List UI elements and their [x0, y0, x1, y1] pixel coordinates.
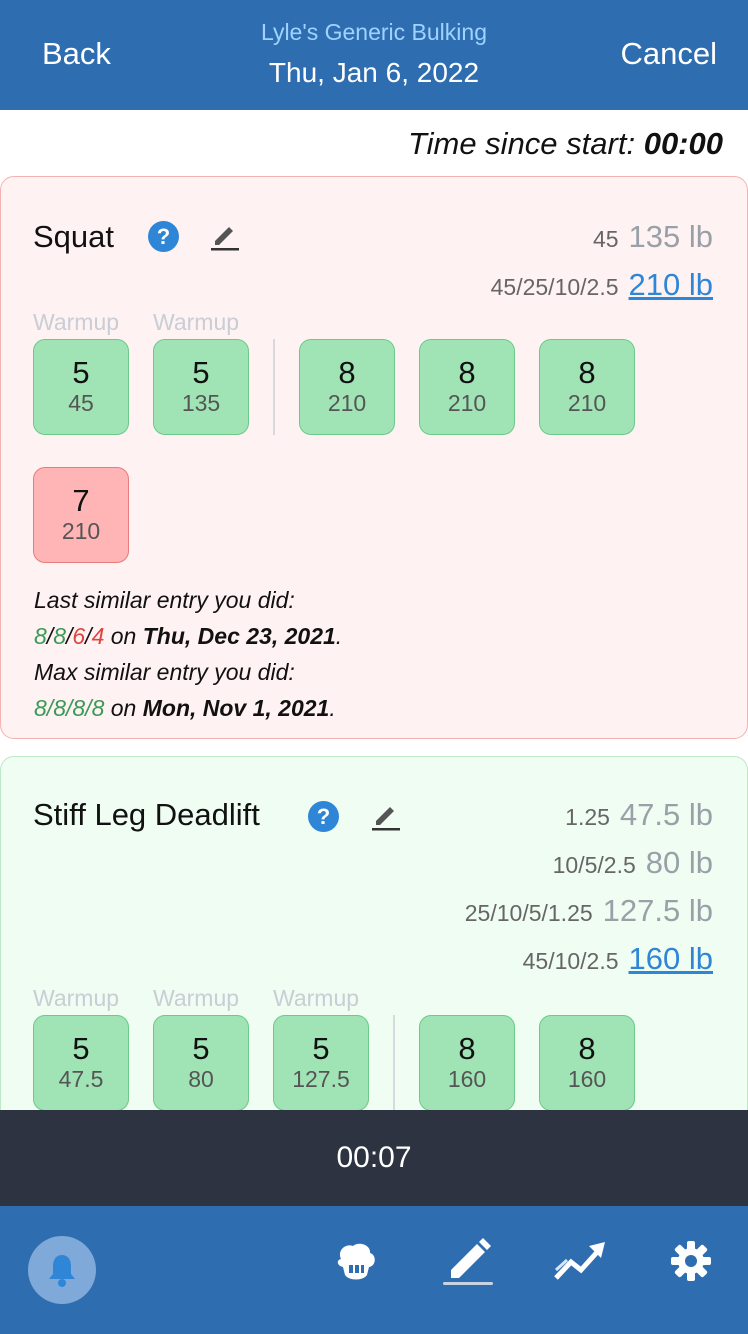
set-reps: 5 — [72, 1031, 90, 1066]
set-reps: 8 — [578, 1031, 596, 1066]
plate-breakdown: 1.25 — [565, 804, 610, 830]
warmup-weight: 135 lb — [628, 219, 713, 254]
set-weight: 210 — [447, 390, 487, 416]
rest-timer-bar[interactable]: 00:07 — [0, 1110, 748, 1206]
plate-breakdown: 45 — [592, 226, 619, 252]
warmup-label: Warmup — [153, 985, 240, 1011]
warmup-weight: 127.5 lb — [602, 893, 713, 928]
rep-value: 8 — [72, 695, 86, 721]
active-tab-indicator — [443, 1282, 493, 1285]
cancel-button[interactable]: Cancel — [621, 36, 718, 72]
set-weight: 160 — [567, 1066, 607, 1092]
max-entry-line: 8/8/8/8 on Mon, Nov 1, 2021. — [34, 695, 336, 721]
plate-row: 45/10/2.5 160 lb — [523, 941, 713, 977]
rep-value: 4 — [91, 623, 105, 649]
plate-row: 25/10/5/1.25 127.5 lb — [465, 893, 713, 929]
plate-row: 10/5/2.5 80 lb — [553, 845, 713, 881]
warmup-weight: 47.5 lb — [619, 797, 713, 832]
warmup-set-box[interactable]: 5 127.5 — [273, 1015, 369, 1111]
rep-value: 8 — [34, 695, 47, 721]
work-set-box[interactable]: 8 160 — [419, 1015, 515, 1111]
plate-breakdown: 45/25/10/2.5 — [490, 274, 619, 300]
set-weight: 210 — [61, 518, 101, 544]
set-reps: 5 — [312, 1031, 330, 1066]
max-entry-date: Mon, Nov 1, 2021 — [142, 695, 330, 721]
max-entry-label: Max similar entry you did: — [34, 659, 295, 685]
set-reps: 8 — [458, 1031, 476, 1066]
set-weight: 210 — [327, 390, 367, 416]
work-set-box[interactable]: 8 210 — [539, 339, 635, 435]
edit-icon[interactable] — [209, 219, 241, 251]
last-entry-label: Last similar entry you did: — [34, 587, 295, 613]
set-reps: 5 — [192, 1031, 210, 1066]
rep-value: 8 — [91, 695, 105, 721]
warmup-label: Warmup — [33, 309, 120, 335]
help-icon[interactable]: ? — [148, 221, 179, 252]
set-divider — [393, 1015, 395, 1111]
bell-icon — [49, 1255, 75, 1287]
last-entry-date: Thu, Dec 23, 2021 — [142, 623, 336, 649]
header-bar: Back Lyle's Generic Bulking Thu, Jan 6, … — [0, 0, 748, 110]
work-set-box[interactable]: 8 210 — [419, 339, 515, 435]
set-weight: 160 — [447, 1066, 487, 1092]
warmup-label: Warmup — [273, 985, 360, 1011]
working-weight-link[interactable]: 160 lb — [629, 941, 713, 976]
working-weight-link[interactable]: 210 lb — [629, 267, 713, 302]
set-reps: 7 — [72, 483, 90, 518]
chart-icon[interactable] — [553, 1240, 607, 1282]
warmup-set-box[interactable]: 5 45 — [33, 339, 129, 435]
set-reps: 8 — [458, 355, 476, 390]
last-entry-line: 8/8/6/4 on Thu, Dec 23, 2021. — [34, 623, 343, 649]
warmup-set-box[interactable]: 5 47.5 — [33, 1015, 129, 1111]
gear-icon[interactable] — [670, 1240, 712, 1282]
plate-breakdown: 25/10/5/1.25 — [464, 900, 593, 926]
plate-breakdown: 45/10/2.5 — [522, 948, 619, 974]
work-set-box[interactable]: 8 210 — [299, 339, 395, 435]
warmup-label: Warmup — [153, 309, 240, 335]
work-set-box-failed[interactable]: 7 210 — [33, 467, 129, 563]
set-weight: 45 — [68, 390, 94, 416]
rep-value: 8 — [34, 623, 47, 649]
set-weight: 135 — [181, 390, 221, 416]
muscle-icon[interactable] — [333, 1239, 379, 1285]
time-since-start-label: Time since start: — [407, 126, 636, 161]
set-reps: 5 — [72, 355, 90, 390]
set-weight: 80 — [188, 1066, 214, 1092]
bottom-nav — [0, 1206, 748, 1334]
time-since-start: Time since start: 00:00 — [408, 126, 723, 162]
rest-timer-value: 00:07 — [336, 1141, 412, 1174]
bell-button[interactable] — [28, 1236, 96, 1304]
plate-row: 1.25 47.5 lb — [565, 797, 713, 833]
warmup-set-box[interactable]: 5 135 — [153, 339, 249, 435]
work-set-box[interactable]: 8 160 — [539, 1015, 635, 1111]
edit-icon[interactable] — [443, 1236, 493, 1278]
exercise-card-squat: Squat ? 45 135 lb 45/25/10/2.5 210 lb Warm… — [0, 176, 748, 739]
exercise-name: Stiff Leg Deadlift — [33, 797, 260, 832]
edit-icon[interactable] — [370, 799, 402, 831]
plate-row: 45/25/10/2.5 210 lb — [491, 267, 713, 303]
history-summary: Last similar entry you did: 8/8/6/4 on T… — [34, 582, 342, 726]
warmup-set-box[interactable]: 5 80 — [153, 1015, 249, 1111]
set-reps: 8 — [338, 355, 356, 390]
set-reps: 8 — [578, 355, 596, 390]
exercise-name: Squat — [33, 219, 115, 254]
set-weight: 210 — [567, 390, 607, 416]
set-divider — [273, 339, 275, 435]
warmup-label: Warmup — [33, 985, 120, 1011]
set-weight: 47.5 — [58, 1066, 104, 1092]
plate-row: 45 135 lb — [593, 219, 713, 255]
warmup-weight: 80 lb — [645, 845, 713, 880]
rep-value: 8 — [53, 695, 66, 721]
help-icon[interactable]: ? — [308, 801, 339, 832]
set-reps: 5 — [192, 355, 210, 390]
time-since-start-value: 00:00 — [643, 126, 723, 161]
rep-value: 8 — [53, 623, 66, 649]
set-weight: 127.5 — [292, 1066, 350, 1092]
plate-breakdown: 10/5/2.5 — [552, 852, 636, 878]
rep-value: 6 — [72, 623, 86, 649]
